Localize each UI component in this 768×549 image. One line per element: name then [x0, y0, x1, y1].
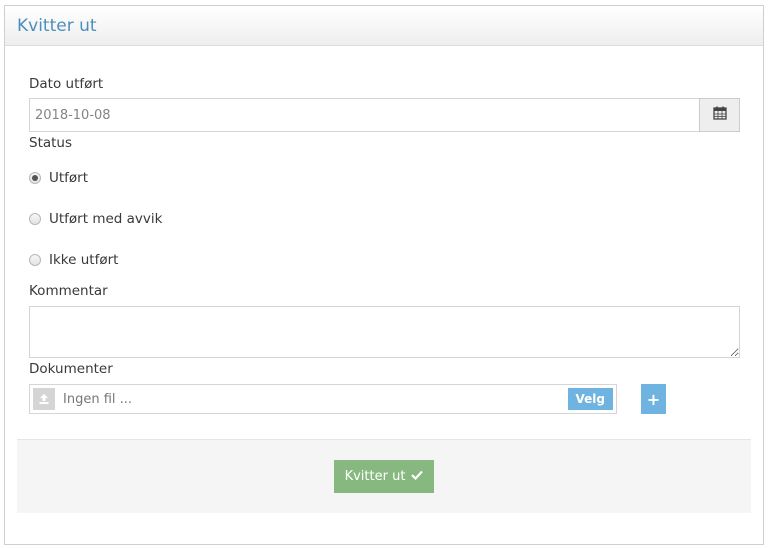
status-option-ikke-utfort[interactable]: Ikke utført: [29, 252, 118, 268]
calendar-button[interactable]: [699, 98, 740, 132]
radio-label: Utført med avvik: [49, 211, 163, 227]
submit-button[interactable]: Kvitter ut: [334, 460, 434, 493]
add-document-button[interactable]: +: [641, 384, 666, 414]
radio-label: Ikke utført: [49, 252, 119, 268]
upload-icon: [33, 388, 55, 410]
submit-label: Kvitter ut: [344, 469, 406, 484]
radio-button[interactable]: [29, 213, 41, 225]
radio-button[interactable]: [29, 172, 41, 184]
check-icon: [411, 469, 424, 484]
date-label: Dato utført: [29, 76, 104, 92]
comment-label: Kommentar: [29, 283, 108, 299]
documents-label: Dokumenter: [29, 361, 113, 377]
calendar-icon: [712, 106, 727, 124]
form-footer: Kvitter ut: [17, 439, 751, 513]
file-input[interactable]: Ingen fil ... Velg: [29, 384, 617, 414]
status-option-utfort-med-avvik[interactable]: Utført med avvik: [29, 211, 162, 227]
file-name: Ingen fil ...: [63, 391, 133, 407]
choose-file-button[interactable]: Velg: [567, 388, 613, 410]
radio-label: Utført: [49, 170, 89, 186]
status-label: Status: [29, 135, 73, 151]
radio-button[interactable]: [29, 254, 41, 266]
date-input[interactable]: [29, 98, 699, 132]
comment-textarea[interactable]: [29, 306, 740, 358]
date-picker: [29, 98, 740, 132]
checkout-panel: Kvitter ut Dato utført Status Utført: [4, 5, 764, 545]
panel-title: Kvitter ut: [17, 15, 97, 36]
status-option-utfort[interactable]: Utført: [29, 170, 88, 186]
panel-header: Kvitter ut: [5, 6, 763, 46]
